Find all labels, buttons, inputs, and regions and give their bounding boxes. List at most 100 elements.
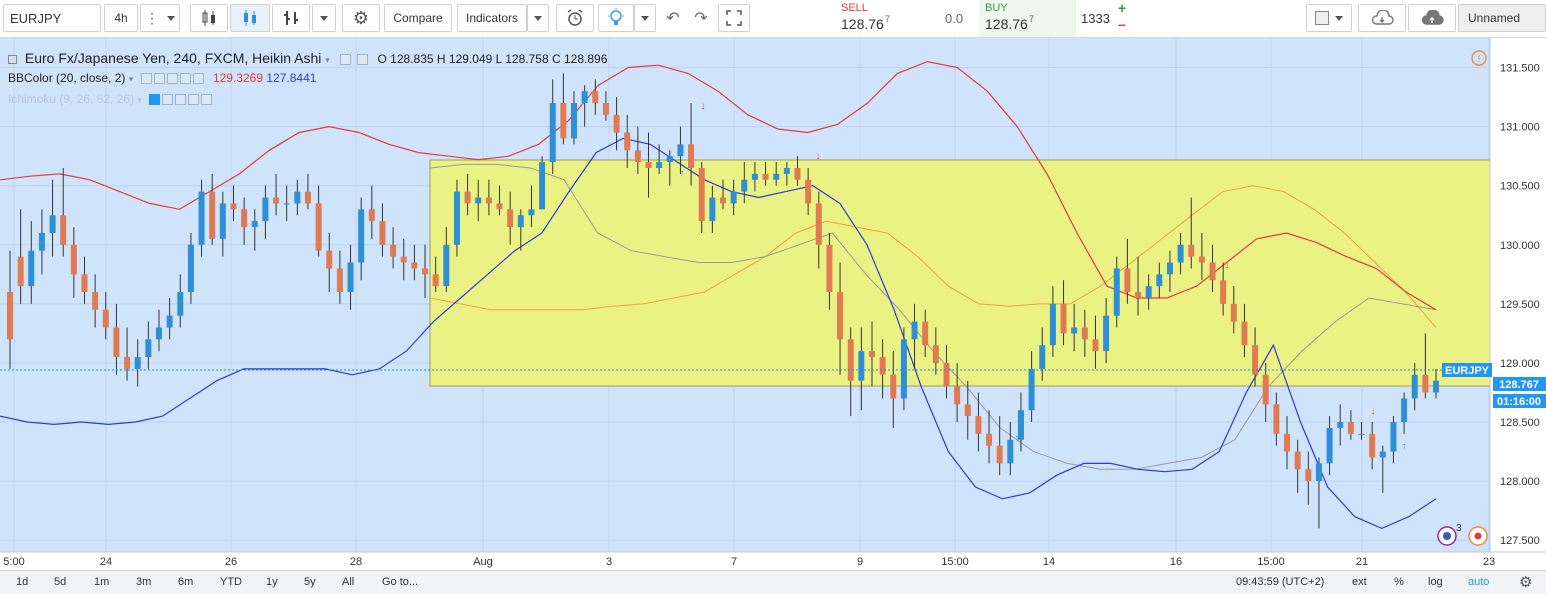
- price-axis[interactable]: [1490, 38, 1546, 552]
- eye-off-icon[interactable]: [149, 94, 161, 106]
- extended-hours-toggle[interactable]: ext: [1352, 576, 1367, 588]
- goto-button[interactable]: Go to...: [382, 576, 418, 588]
- indicators-dropdown[interactable]: [527, 4, 549, 32]
- collapse-legend-icon[interactable]: [8, 54, 17, 64]
- range-button-all[interactable]: All: [342, 576, 354, 588]
- log-toggle[interactable]: log: [1428, 576, 1443, 588]
- settings-button[interactable]: ⚙: [342, 4, 380, 32]
- layout-name-button[interactable]: Unnamed: [1458, 4, 1546, 32]
- quantity-plus-button[interactable]: +: [1118, 0, 1126, 16]
- undo-button[interactable]: ↶: [660, 4, 686, 32]
- candle-body: [241, 209, 248, 228]
- compare-label: Compare: [393, 11, 443, 25]
- candle-body: [1124, 268, 1131, 293]
- ohlc-style-button[interactable]: [272, 4, 310, 32]
- chart-style-dropdown[interactable]: [312, 4, 336, 32]
- buy-signal-arrow: ↑: [753, 183, 758, 194]
- quantity-value[interactable]: 1333: [1081, 11, 1110, 26]
- range-button-1y[interactable]: 1y: [266, 576, 278, 588]
- candle-body: [1071, 327, 1078, 334]
- close-icon[interactable]: [201, 94, 213, 106]
- range-button-5y[interactable]: 5y: [304, 576, 316, 588]
- ideas-button[interactable]: [598, 4, 634, 32]
- chart-canvas[interactable]: 131.500 131.000 130.500 130.000 129.500 129.0…: [0, 38, 1546, 570]
- chevron-down-icon[interactable]: ▾: [325, 55, 330, 65]
- candle-body: [1060, 303, 1067, 334]
- bars-style-button[interactable]: [190, 4, 228, 32]
- range-button-1m[interactable]: 1m: [94, 576, 109, 588]
- candle-body: [1081, 327, 1088, 340]
- source-icon[interactable]: [166, 73, 178, 85]
- rectangle-drawing[interactable]: [429, 159, 1493, 387]
- symbol-label: EURJPY: [10, 10, 62, 26]
- source-icon[interactable]: [175, 94, 187, 106]
- time-tick-label: 7: [731, 556, 737, 568]
- settings-small-icon[interactable]: [356, 53, 368, 65]
- candle-body: [677, 144, 684, 157]
- candle-body: [666, 156, 673, 163]
- events-icon-dot: [1443, 532, 1451, 540]
- color-picker-button[interactable]: [1306, 4, 1352, 32]
- chevron-down-icon[interactable]: ▾: [129, 74, 134, 84]
- gear-icon: ⚙: [352, 7, 370, 28]
- candle-body: [464, 191, 471, 204]
- candle-body: [336, 268, 343, 293]
- range-button-1d[interactable]: 1d: [16, 576, 28, 588]
- quantity-minus-button[interactable]: –: [1118, 16, 1126, 32]
- candle-body: [1390, 422, 1397, 452]
- eye-icon[interactable]: [140, 73, 152, 85]
- add-icon[interactable]: [179, 73, 191, 85]
- range-button-6m[interactable]: 6m: [178, 576, 193, 588]
- chart-area[interactable]: 131.500 131.000 130.500 130.000 129.500 129.0…: [0, 38, 1546, 594]
- chevron-down-icon[interactable]: ▾: [137, 95, 142, 105]
- save-layout-button[interactable]: [1408, 4, 1456, 32]
- gear-icon[interactable]: ⚙: [1519, 573, 1532, 591]
- candles-style-button[interactable]: [230, 4, 270, 32]
- close-label: C: [551, 52, 561, 66]
- candle-body: [17, 256, 24, 287]
- candle-body: [400, 256, 407, 263]
- low-label: L: [495, 52, 502, 66]
- candle-body: [1220, 280, 1227, 304]
- indicators-button[interactable]: Indicators: [457, 4, 527, 32]
- ichimoku-legend[interactable]: Ichimoku (9, 26, 52, 26) ▾: [8, 92, 214, 106]
- candle-body: [432, 274, 439, 287]
- settings-small-icon[interactable]: [162, 94, 174, 106]
- redo-button[interactable]: ↷: [688, 4, 714, 32]
- buy-button[interactable]: BUY 128.76 7: [979, 0, 1076, 37]
- candle-body: [794, 167, 801, 180]
- add-icon[interactable]: [188, 94, 200, 106]
- time-tick-label: 5:00: [3, 556, 24, 568]
- candle-body: [964, 404, 971, 417]
- compare-button[interactable]: Compare: [384, 4, 452, 32]
- candle-body: [134, 357, 141, 369]
- interval-label: 4h: [114, 11, 128, 25]
- candle-body: [762, 173, 769, 180]
- symbol-search[interactable]: EURJPY: [3, 4, 101, 32]
- range-button-ytd[interactable]: YTD: [220, 576, 242, 588]
- candle-body: [858, 351, 865, 381]
- candle-body: [1326, 427, 1333, 464]
- interval-select[interactable]: 4h: [104, 4, 138, 32]
- eye-icon[interactable]: [339, 53, 351, 65]
- alert-button[interactable]: [556, 4, 594, 32]
- ideas-dropdown[interactable]: [634, 4, 656, 32]
- auto-toggle[interactable]: auto: [1468, 576, 1489, 588]
- layout-name-label: Unnamed: [1468, 11, 1521, 25]
- candle-body: [1209, 262, 1216, 281]
- range-button-5d[interactable]: 5d: [54, 576, 66, 588]
- fullscreen-button[interactable]: [718, 4, 750, 32]
- interval-more-button[interactable]: ⋮: [140, 4, 180, 32]
- range-button-3m[interactable]: 3m: [136, 576, 151, 588]
- candle-body: [358, 209, 365, 263]
- price-tick-label: 129.000: [1500, 358, 1540, 370]
- bbcolor-legend[interactable]: BBColor (20, close, 2) ▾ 129.3269 127.84…: [8, 71, 316, 85]
- close-icon[interactable]: [192, 73, 204, 85]
- percent-toggle[interactable]: %: [1394, 576, 1404, 588]
- load-layout-button[interactable]: [1358, 4, 1406, 32]
- sell-label: SELL: [841, 2, 868, 14]
- buy-signal-arrow: ↑: [1015, 433, 1020, 444]
- settings-small-icon[interactable]: [153, 73, 165, 85]
- candle-body: [528, 209, 535, 216]
- sell-button[interactable]: SELL 128.76 7: [819, 0, 932, 37]
